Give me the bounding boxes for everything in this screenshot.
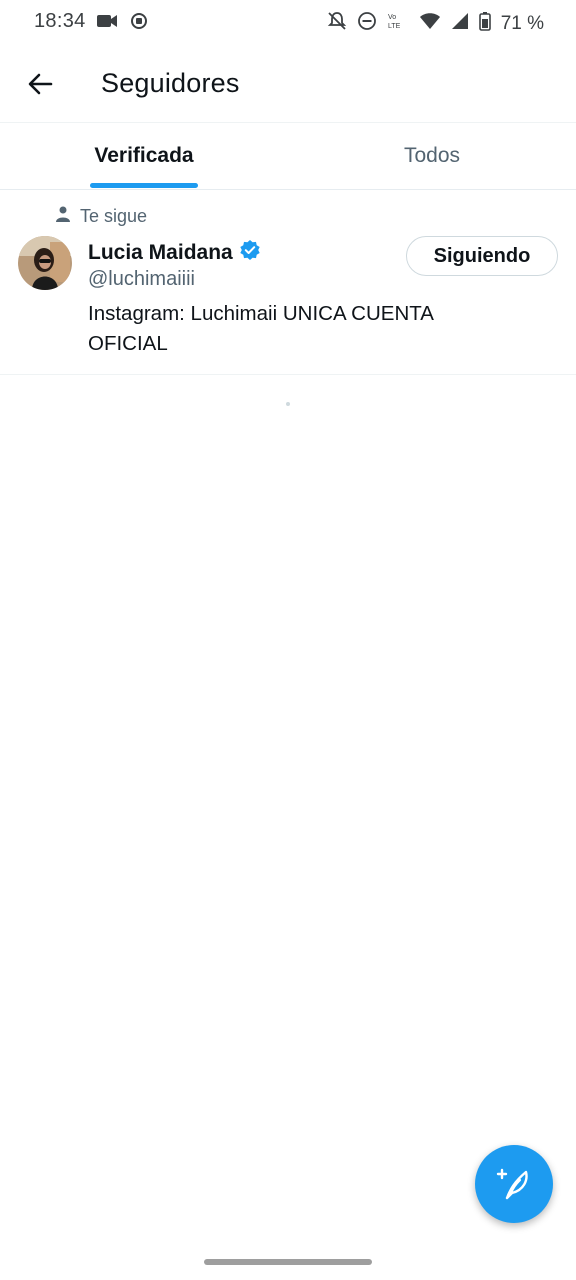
- mute-icon: [327, 11, 347, 36]
- status-time: 18:34: [34, 10, 86, 32]
- user-handle: @luchimaiiii: [88, 268, 195, 290]
- loading-indicator: [286, 402, 290, 406]
- back-button[interactable]: [24, 68, 56, 100]
- tab-active-indicator: [90, 183, 198, 188]
- page-title: Seguidores: [101, 68, 240, 98]
- arrow-left-icon: [28, 73, 53, 95]
- user-cell[interactable]: Te sigue Lucia Maidana @luchimaiiii Inst…: [0, 189, 576, 375]
- video-icon: [96, 12, 118, 35]
- signal-icon: [451, 12, 469, 35]
- record-icon: [130, 12, 148, 35]
- follows-you-label: Te sigue: [56, 206, 147, 227]
- following-button[interactable]: Siguiendo: [406, 236, 558, 276]
- avatar[interactable]: [18, 236, 72, 290]
- battery-percent: 71 %: [500, 12, 544, 34]
- user-name[interactable]: Lucia Maidana: [88, 241, 233, 265]
- dnd-icon: [357, 11, 377, 36]
- svg-text:LTE: LTE: [388, 23, 401, 30]
- verified-badge-icon: [239, 239, 261, 266]
- follows-you-text: Te sigue: [80, 206, 148, 226]
- status-bar: 18:34 Vo LTE 71 %: [0, 0, 576, 44]
- svg-text:Vo: Vo: [388, 14, 396, 21]
- app-header: Seguidores: [0, 44, 576, 122]
- compose-tweet-button[interactable]: [475, 1145, 553, 1223]
- tab-verified[interactable]: Verificada: [0, 123, 288, 189]
- user-bio: Instagram: Luchimaii UNICA CUENTA OFICIA…: [88, 302, 433, 355]
- home-indicator[interactable]: [204, 1259, 372, 1265]
- wifi-icon: [419, 12, 441, 35]
- person-icon: [56, 206, 70, 227]
- tab-bar: Verificada Todos: [0, 122, 576, 190]
- battery-icon: [478, 11, 491, 36]
- tab-all[interactable]: Todos: [288, 123, 576, 189]
- volte-icon: Vo LTE: [387, 11, 409, 36]
- compose-tweet-icon: [496, 1168, 528, 1200]
